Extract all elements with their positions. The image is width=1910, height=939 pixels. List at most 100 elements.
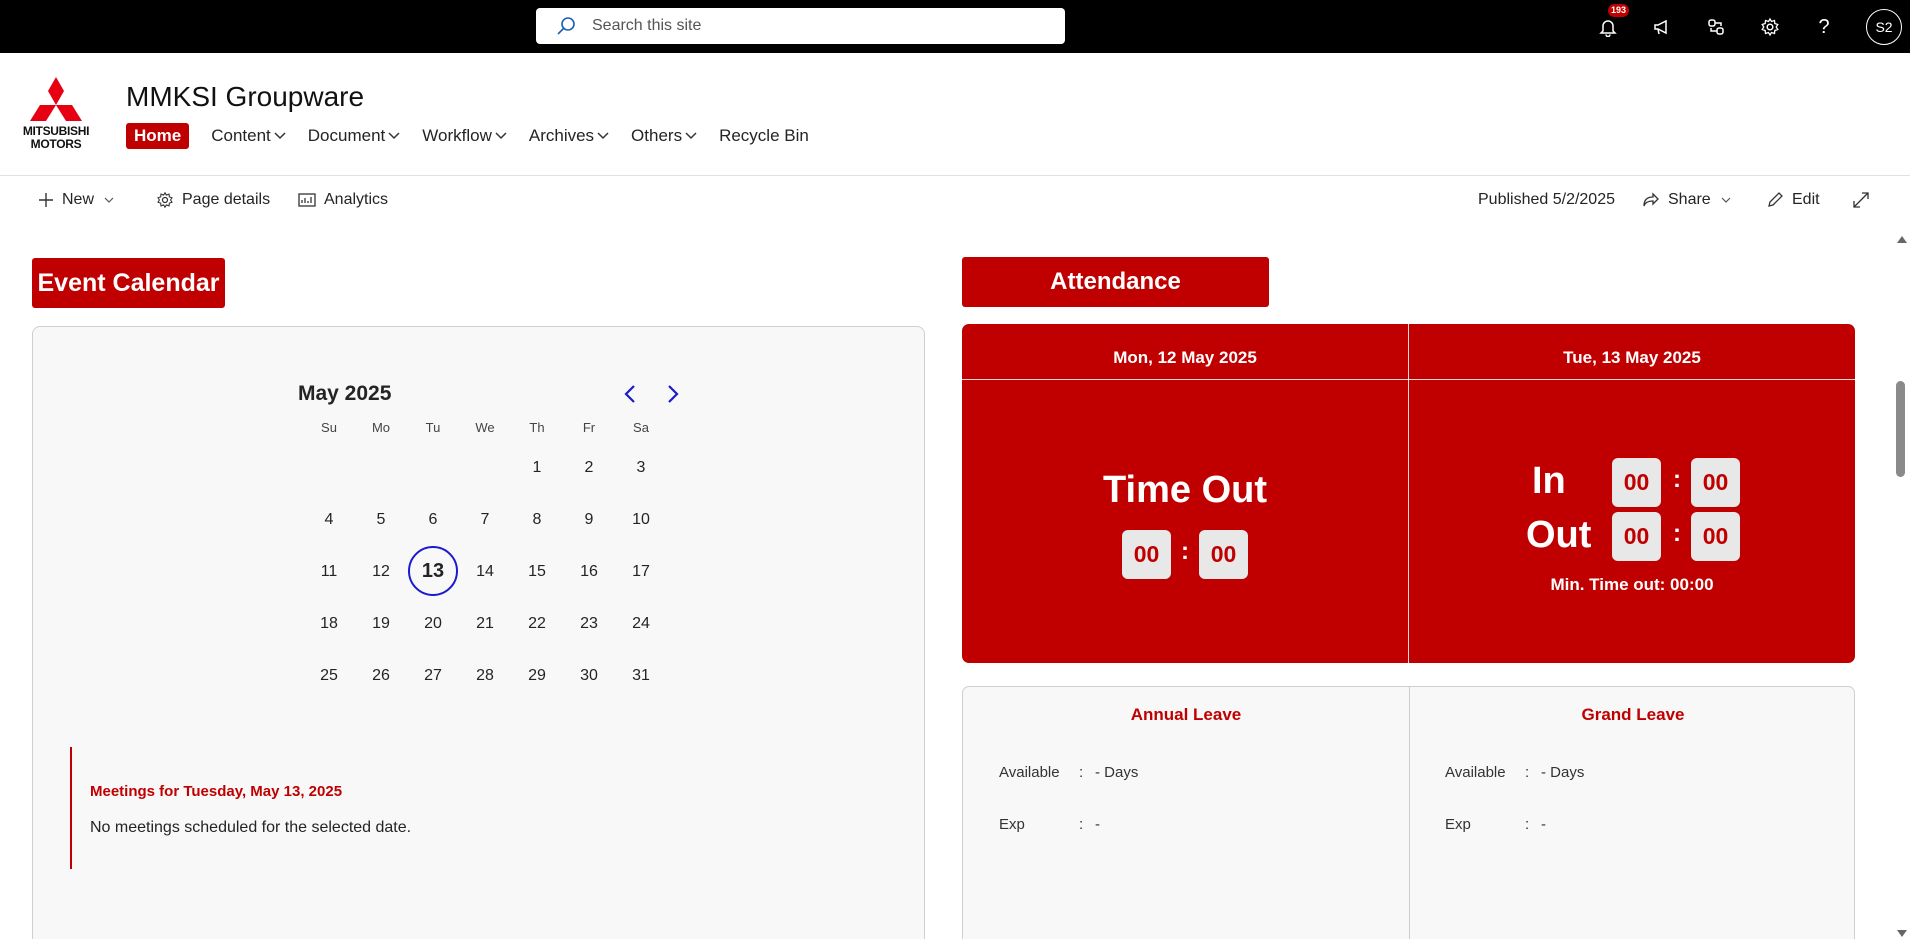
calendar-day[interactable]: 5 <box>355 494 407 546</box>
calendar-day[interactable]: 21 <box>459 598 511 650</box>
chevron-down-icon <box>495 132 507 140</box>
calendar-day[interactable]: 8 <box>511 494 563 546</box>
nav-home[interactable]: Home <box>126 123 190 149</box>
calendar-day[interactable]: 26 <box>355 650 407 702</box>
nav-recycle-bin[interactable]: Recycle Bin <box>719 126 809 146</box>
in-label: In <box>1532 460 1566 502</box>
expand-button[interactable] <box>1852 191 1878 209</box>
calendar-day[interactable]: 18 <box>303 598 355 650</box>
calendar-day[interactable]: 3 <box>615 442 667 494</box>
published-label: Published 5/2/2025 <box>1478 191 1615 208</box>
weekday-label: Su <box>321 420 337 435</box>
calendar-day-number: 22 <box>528 615 546 632</box>
calendar-day[interactable]: 7 <box>459 494 511 546</box>
help-button[interactable]: ? <box>1806 9 1842 45</box>
calendar-day-number: 10 <box>632 511 650 528</box>
announcements-button[interactable] <box>1644 9 1680 45</box>
calendar-day-number: 28 <box>476 667 494 684</box>
calendar-day[interactable]: 2 <box>563 442 615 494</box>
calendar-day[interactable]: 10 <box>615 494 667 546</box>
calendar-day[interactable]: 17 <box>615 546 667 598</box>
megaphone-icon <box>1654 19 1667 35</box>
calendar-month-label: May 2025 <box>298 382 392 405</box>
attendance-divider <box>1408 324 1409 663</box>
calendar-day[interactable]: 16 <box>563 546 615 598</box>
calendar-week-row: 18 19 20 21 22 23 24 <box>303 598 667 650</box>
calendar-day[interactable]: 1 <box>511 442 563 494</box>
calendar-day[interactable]: 15 <box>511 546 563 598</box>
weekday-label: Sa <box>633 420 649 435</box>
page-scrollbar[interactable] <box>1892 236 1910 939</box>
three-diamonds-icon <box>30 77 82 121</box>
calendar-day[interactable]: 31 <box>615 650 667 702</box>
new-button[interactable]: New <box>38 191 122 209</box>
calendar-day[interactable]: 24 <box>615 598 667 650</box>
weekday-label: Fr <box>582 420 596 435</box>
scroll-down-arrow-icon[interactable] <box>1897 930 1907 937</box>
analytics-button[interactable]: Analytics <box>298 191 388 209</box>
annual-available-sep: : <box>1079 764 1084 781</box>
weekday-header-row: Su Mo Tu We Th Fr Sa <box>303 420 667 442</box>
nav-document[interactable]: Document <box>308 126 400 146</box>
calendar-day[interactable]: 14 <box>459 546 511 598</box>
calendar-day[interactable]: 19 <box>355 598 407 650</box>
nav-archives[interactable]: Archives <box>529 126 609 146</box>
chevron-left-icon <box>624 385 635 403</box>
calendar-day[interactable]: 11 <box>303 546 355 598</box>
calendar-day-number: 13 <box>408 546 458 596</box>
grand-exp-label: Exp <box>1445 816 1471 833</box>
calendar-day-number: 18 <box>320 615 338 632</box>
previous-month-button[interactable] <box>617 381 643 407</box>
calendar-day[interactable]: 28 <box>459 650 511 702</box>
in-minutes: 00 <box>1691 458 1740 507</box>
scroll-thumb[interactable] <box>1896 381 1905 477</box>
help-icon: ? <box>1818 15 1830 38</box>
nav-content[interactable]: Content <box>211 126 286 146</box>
calendar-day[interactable]: 6 <box>407 494 459 546</box>
calendar-day[interactable]: 30 <box>563 650 615 702</box>
page-details-button[interactable]: Page details <box>156 191 270 209</box>
calendar-day[interactable]: 29 <box>511 650 563 702</box>
edit-button[interactable]: Edit <box>1766 191 1820 209</box>
grand-available-sep: : <box>1525 764 1530 781</box>
calendar-day[interactable]: 27 <box>407 650 459 702</box>
calendar-day[interactable]: 23 <box>563 598 615 650</box>
gear-icon <box>1761 17 1779 37</box>
published-status[interactable]: Published 5/2/2025 <box>1478 191 1615 209</box>
search-placeholder[interactable]: Search this site <box>592 17 701 35</box>
chevron-right-icon <box>668 385 679 403</box>
out-minutes: 00 <box>1691 512 1740 561</box>
search-box[interactable]: Search this site <box>536 8 1065 44</box>
nav-workflow[interactable]: Workflow <box>422 126 507 146</box>
calendar-day[interactable]: 22 <box>511 598 563 650</box>
calendar-day[interactable]: 4 <box>303 494 355 546</box>
share-label: Share <box>1668 191 1711 208</box>
calendar-day-number: 17 <box>632 563 650 580</box>
share-button[interactable]: Share <box>1642 191 1739 209</box>
site-title[interactable]: MMKSI Groupware <box>126 81 364 113</box>
mitsubishi-logo[interactable]: MITSUBISHI MOTORS <box>16 75 96 155</box>
annual-exp-label: Exp <box>999 816 1025 833</box>
scroll-up-arrow-icon[interactable] <box>1897 236 1907 243</box>
user-avatar[interactable]: S2 <box>1866 9 1902 45</box>
calendar-day[interactable]: 9 <box>563 494 615 546</box>
time-out-label: Time Out <box>1103 469 1267 511</box>
calendar-day-selected[interactable]: 13 <box>407 546 459 598</box>
app-switch-button[interactable] <box>1698 9 1734 45</box>
grand-available-value: - Days <box>1541 764 1585 781</box>
expand-icon <box>1853 192 1869 208</box>
next-month-button[interactable] <box>660 381 686 407</box>
pencil-icon <box>1768 192 1783 207</box>
timeout-hours: 00 <box>1122 530 1171 579</box>
weekday-label: Mo <box>371 420 391 435</box>
calendar-day[interactable]: 20 <box>407 598 459 650</box>
notifications-button[interactable]: 193 <box>1590 4 1630 45</box>
calendar-empty-cell <box>407 442 459 494</box>
grand-exp-sep: : <box>1525 816 1530 833</box>
settings-button[interactable] <box>1752 9 1788 45</box>
nav-others[interactable]: Others <box>631 126 697 146</box>
calendar-day[interactable]: 12 <box>355 546 407 598</box>
calendar-day[interactable]: 25 <box>303 650 355 702</box>
calendar-day-number: 31 <box>632 667 650 684</box>
time-colon: : <box>1673 520 1681 547</box>
